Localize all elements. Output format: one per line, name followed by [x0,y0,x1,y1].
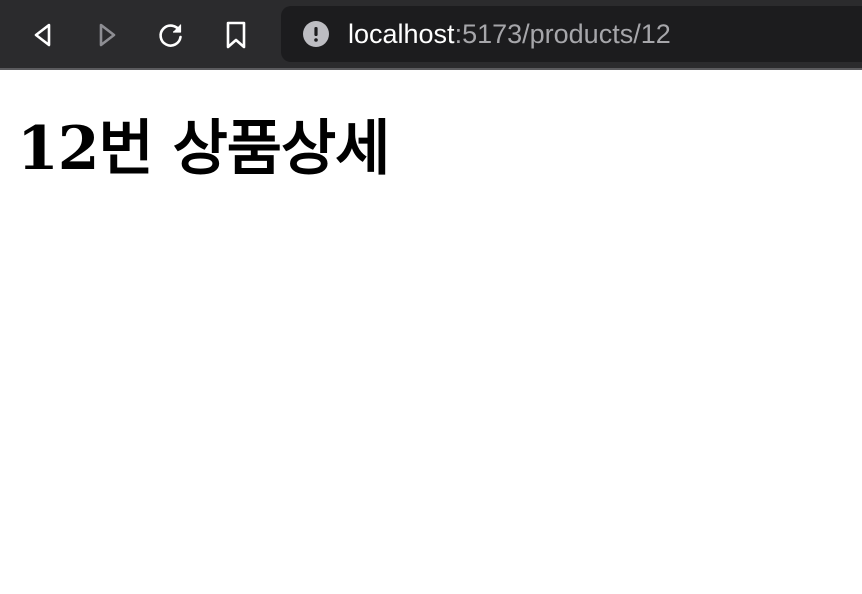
reload-icon [159,24,182,47]
address-bar[interactable]: localhost:5173/products/12 [281,6,862,62]
page-title: 12번 상품상세 [17,114,390,184]
reload-button[interactable] [153,17,189,53]
url-text[interactable]: localhost:5173/products/12 [348,6,671,62]
forward-button[interactable] [89,17,125,53]
browser-toolbar: localhost:5173/products/12 [0,0,862,70]
info-icon[interactable] [303,21,329,47]
back-arrow-icon [34,23,51,47]
back-button[interactable] [25,17,61,53]
bookmark-button[interactable] [218,17,254,53]
forward-arrow-icon [99,23,116,47]
url-host: localhost [348,19,455,49]
bookmark-icon [226,21,246,49]
page-content: 12번 상품상세 [0,72,862,594]
url-path: :5173/products/12 [454,19,671,49]
